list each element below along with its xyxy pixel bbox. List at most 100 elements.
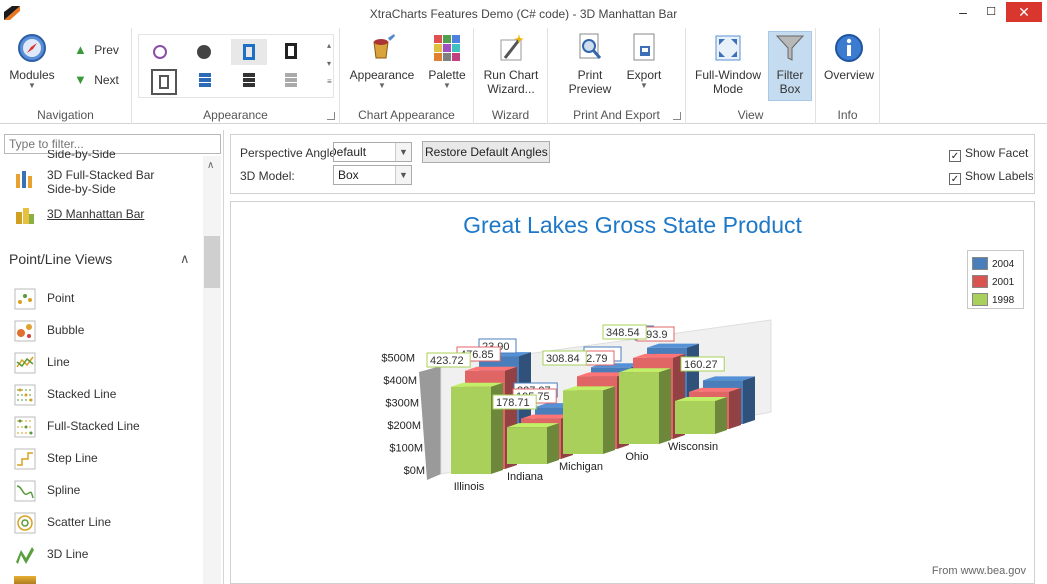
- legend-swatch: [972, 257, 988, 270]
- prev-label: Prev: [94, 43, 119, 57]
- filter-box-button[interactable]: Filter Box: [768, 31, 812, 101]
- data-label: 423.72: [430, 355, 464, 367]
- full-window-mode-button[interactable]: Full-Window Mode: [692, 32, 764, 96]
- maximize-button[interactable]: ☐: [980, 2, 1002, 22]
- show-labels-checkbox[interactable]: ✓ Show Labels: [949, 169, 1033, 185]
- sidebar-item-label: Spline: [47, 483, 81, 497]
- next-button[interactable]: ▼ Next: [74, 72, 119, 88]
- bar-wisconsin-1998: [675, 400, 715, 434]
- appearance-button[interactable]: Appearance ▼: [348, 32, 416, 90]
- skin-office-blue-icon[interactable]: [231, 39, 267, 65]
- skin-office-purple-icon[interactable]: [153, 45, 167, 59]
- palette-label: Palette: [428, 68, 466, 82]
- show-facet-checkbox[interactable]: ✓ Show Facet: [949, 146, 1033, 162]
- title-bar: XtraCharts Features Demo (C# code) - 3D …: [0, 0, 1047, 28]
- bar-side-michigan-1998: [603, 386, 615, 454]
- modules-button[interactable]: Modules ▼: [6, 32, 58, 90]
- point-icon: [14, 288, 36, 310]
- prev-button[interactable]: ▲ Prev: [74, 42, 119, 58]
- palette-button[interactable]: Palette ▼: [424, 32, 470, 90]
- line-3d-icon: [16, 547, 34, 564]
- skin-metro-light-icon[interactable]: [285, 73, 297, 87]
- appearance-gallery-group: ▴ ▾ ≡ Appearance: [132, 28, 340, 124]
- export-button[interactable]: Export ▼: [620, 32, 668, 90]
- navigation-group-label: Navigation: [37, 108, 94, 122]
- window-title: XtraCharts Features Demo (C# code) - 3D …: [369, 7, 678, 21]
- full-window-label-1: Full-Window: [694, 68, 761, 82]
- x-axis-category-label: Wisconsin: [668, 441, 718, 453]
- chart-plot[interactable]: $0M$100M$200M$300M$400M$500M23.90476.854…: [231, 202, 1034, 583]
- skin-office-white-icon[interactable]: [151, 69, 177, 95]
- skin-metro-dark-icon[interactable]: [243, 73, 255, 87]
- bar-side-ohio-1998: [659, 368, 671, 444]
- chevron-down-icon: ▼: [28, 81, 36, 90]
- y-axis-tick-label: $500M: [381, 353, 415, 365]
- skin-office-dark-icon[interactable]: [197, 45, 211, 59]
- sidebar-item-label: Stacked Line: [47, 387, 117, 401]
- y-axis-tick-label: $100M: [389, 443, 423, 455]
- scroll-thumb[interactable]: [204, 236, 220, 288]
- section-header-point-line-views[interactable]: Point/Line Views: [9, 251, 112, 267]
- view-group: Full-Window Mode Filter Box View: [686, 28, 816, 124]
- bar-side-indiana-1998: [547, 423, 559, 464]
- stacked-line-icon: [14, 384, 36, 406]
- overview-button[interactable]: Overview: [820, 32, 878, 82]
- x-axis-category-label: Michigan: [559, 461, 603, 473]
- info-group: Overview Info: [816, 28, 880, 124]
- chevron-down-icon[interactable]: ▼: [395, 166, 411, 184]
- scroll-up-icon[interactable]: ∧: [207, 160, 214, 171]
- legend-item-2004: 2004: [972, 257, 1014, 270]
- chart-legend: 2004 2001 1998: [967, 250, 1024, 309]
- chart-options-panel: Perspective Angle: Default ▼ Restore Def…: [230, 134, 1035, 194]
- sidebar-partial-bottom-icon[interactable]: [14, 576, 36, 584]
- full-window-label-2: Mode: [712, 82, 744, 96]
- print-export-group-label: Print And Export: [573, 108, 660, 122]
- sidebar-item-label: Point: [47, 291, 75, 305]
- info-icon: [835, 34, 863, 62]
- legend-swatch: [972, 275, 988, 288]
- export-label: Export: [626, 68, 662, 82]
- 3d-model-combo[interactable]: Box ▼: [333, 165, 412, 185]
- dialog-launcher-icon[interactable]: [673, 112, 681, 120]
- run-chart-wizard-button[interactable]: Run Chart Wizard...: [478, 32, 544, 96]
- show-labels-label: Show Labels: [965, 169, 1033, 183]
- legend-swatch: [972, 293, 988, 306]
- dialog-launcher-icon[interactable]: [327, 112, 335, 120]
- chevron-down-icon[interactable]: ▼: [395, 143, 411, 161]
- bar-ohio-1998: [619, 372, 659, 444]
- data-label: 348.54: [606, 327, 640, 339]
- chart-panel: Great Lakes Gross State Product $0M $100M…: [230, 201, 1035, 584]
- show-facet-label: Show Facet: [965, 146, 1029, 160]
- minimize-button[interactable]: –: [952, 2, 974, 22]
- full-stacked-line-icon: [14, 416, 36, 438]
- filter-box-label-1: Filter: [776, 68, 804, 82]
- print-preview-button[interactable]: Print Preview: [566, 32, 614, 96]
- skin-metro-blue-icon[interactable]: [199, 73, 211, 87]
- legend-item-1998: 1998: [972, 293, 1014, 306]
- 3d-model-label: 3D Model:: [240, 169, 295, 183]
- y-axis-tick-label: $200M: [387, 420, 421, 432]
- modules-label: Modules: [9, 68, 55, 82]
- data-label: 160.27: [684, 359, 718, 371]
- legend-item-2001: 2001: [972, 275, 1014, 288]
- 3d-model-value: Box: [338, 168, 359, 182]
- gallery-scroll-icon[interactable]: ▴ ▾ ≡: [327, 37, 335, 91]
- sidebar-partial-item[interactable]: Side-by-Side: [47, 150, 116, 162]
- bar-side-wisconsin-2001: [729, 387, 741, 429]
- info-group-label: Info: [837, 108, 858, 122]
- sidebar-item-label: Scatter Line: [47, 515, 112, 529]
- chevron-up-icon[interactable]: ∧: [180, 251, 190, 267]
- filter-funnel-icon: [775, 35, 805, 61]
- perspective-angle-label: Perspective Angle:: [240, 146, 340, 160]
- step-line-icon: [14, 448, 36, 470]
- perspective-angle-combo[interactable]: Default ▼: [333, 142, 412, 162]
- x-axis-category-label: Ohio: [625, 451, 648, 463]
- palette-icon: [434, 35, 460, 61]
- sidebar-item-label: 3D Manhattan Bar: [47, 207, 145, 221]
- skin-office-black-icon[interactable]: [285, 43, 297, 59]
- bar-side-wisconsin-1998: [715, 396, 727, 434]
- restore-default-angles-button[interactable]: Restore Default Angles: [422, 141, 550, 163]
- run-chart-label-2: Wizard...: [487, 82, 535, 96]
- close-button[interactable]: ✕: [1006, 2, 1042, 22]
- sidebar-scrollbar[interactable]: ∧: [203, 156, 221, 584]
